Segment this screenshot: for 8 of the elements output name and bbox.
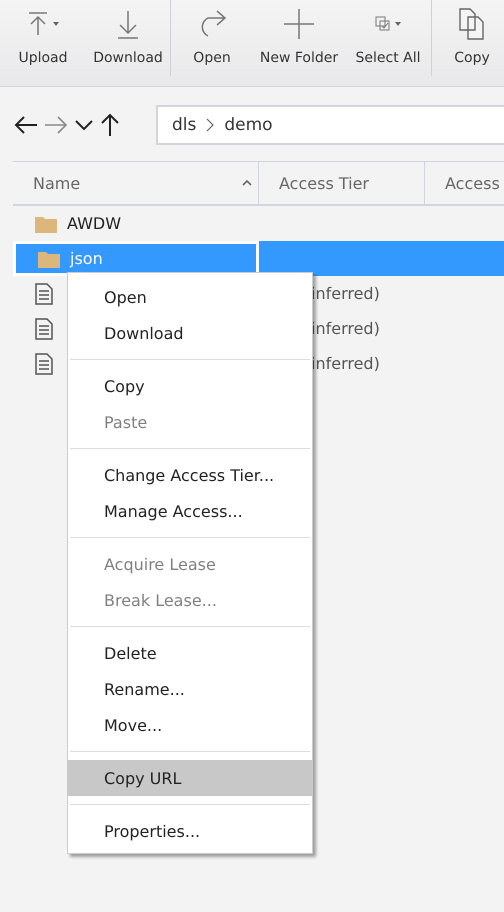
column-header-label: Access	[445, 174, 500, 192]
access-tier-cell-text: inferred)	[310, 284, 380, 303]
column-header-label: Name	[33, 174, 80, 192]
access-tier-cell-text: inferred)	[310, 319, 380, 338]
access-tier-cell-text: inferred)	[310, 354, 380, 373]
column-header-label: Access Tier	[279, 174, 370, 192]
file-name: json	[70, 249, 103, 268]
file-name: AWDW	[67, 214, 122, 233]
